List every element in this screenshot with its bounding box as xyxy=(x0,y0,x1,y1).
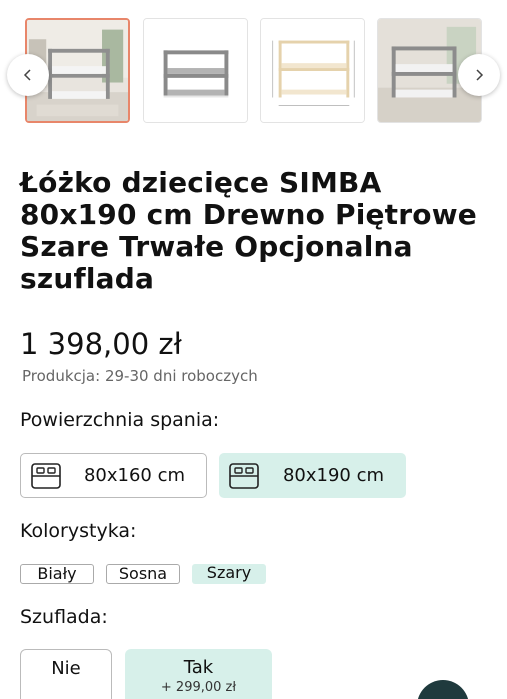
size-option-label: 80x160 cm xyxy=(83,465,186,486)
drawer-option-label: Nie xyxy=(51,658,81,679)
bed-dimensions-drawing xyxy=(261,19,364,122)
color-option-sosna[interactable]: Sosna xyxy=(106,564,180,584)
gallery-next-button[interactable] xyxy=(458,54,500,96)
drawer-option-no[interactable]: Nie xyxy=(20,649,112,699)
size-option-label: 80x190 cm xyxy=(282,465,385,486)
drawer-option-yes[interactable]: Tak + 299,00 zł xyxy=(125,649,272,699)
image-gallery xyxy=(0,0,507,126)
floating-action-button[interactable] xyxy=(417,680,469,699)
gallery-thumbnail[interactable] xyxy=(143,18,248,123)
bed-icon xyxy=(229,462,259,489)
colors-label: Kolorystyka: xyxy=(20,520,137,542)
bed-grey-render xyxy=(144,19,247,122)
gallery-thumbnail[interactable] xyxy=(260,18,365,123)
chevron-left-icon xyxy=(23,69,31,81)
size-option-80x160[interactable]: 80x160 cm xyxy=(20,453,207,498)
production-time: Produkcja: 29-30 dni roboczych xyxy=(22,367,258,385)
product-price: 1 398,00 zł xyxy=(20,327,182,361)
chevron-right-icon xyxy=(476,69,484,81)
color-option-szary[interactable]: Szary xyxy=(192,564,266,584)
product-title: Łóżko dziecięce SIMBA 80x190 cm Drewno P… xyxy=(20,166,477,295)
sleeping-area-label: Powierzchnia spania: xyxy=(20,409,220,431)
drawer-label: Szuflada: xyxy=(20,606,108,628)
color-option-bialy[interactable]: Biały xyxy=(20,564,94,584)
drawer-option-price: + 299,00 zł xyxy=(160,680,237,695)
gallery-prev-button[interactable] xyxy=(7,54,49,96)
bed-icon xyxy=(31,462,61,489)
drawer-option-label: Tak xyxy=(183,657,214,678)
size-option-80x190[interactable]: 80x190 cm xyxy=(219,453,406,498)
